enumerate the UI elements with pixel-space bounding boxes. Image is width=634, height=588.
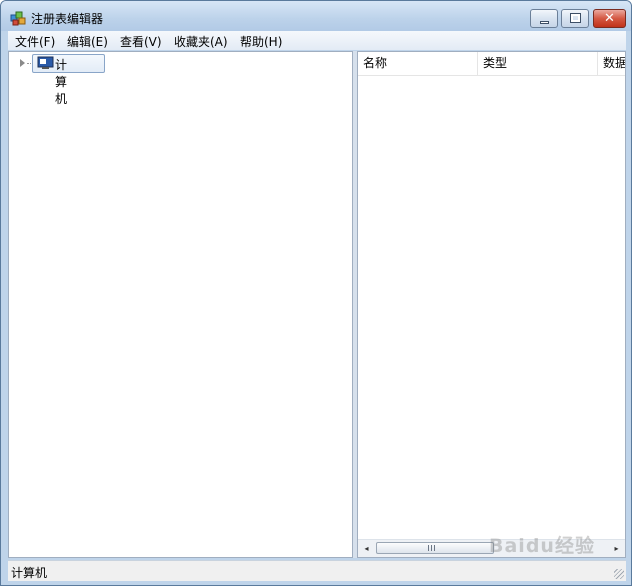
column-header-name[interactable]: 名称 bbox=[358, 52, 478, 75]
expand-arrow-icon[interactable] bbox=[20, 59, 25, 67]
scroll-right-icon[interactable]: ▸ bbox=[608, 540, 625, 557]
scroll-thumb[interactable] bbox=[376, 542, 494, 554]
grip-icon bbox=[428, 545, 436, 551]
menu-bar: 文件(F) 编辑(E) 查看(V) 收藏夹(A) 帮助(H) bbox=[8, 31, 626, 50]
values-pane[interactable]: 名称 类型 数据 ◂ ▸ bbox=[357, 51, 626, 558]
menu-favorites[interactable]: 收藏夹(A) bbox=[174, 33, 228, 50]
close-button[interactable]: ✕ bbox=[593, 9, 626, 28]
regedit-window: 注册表编辑器 ✕ 文件(F) 编辑(E) 查看(V) 收藏夹(A) 帮助(H) … bbox=[0, 0, 632, 586]
column-header-data[interactable]: 数据 bbox=[598, 52, 625, 75]
menu-edit[interactable]: 编辑(E) bbox=[67, 33, 108, 50]
close-icon: ✕ bbox=[604, 11, 615, 26]
menu-help[interactable]: 帮助(H) bbox=[240, 33, 282, 50]
status-bar: 计算机 bbox=[8, 560, 626, 581]
status-text: 计算机 bbox=[11, 566, 48, 580]
regedit-icon bbox=[10, 11, 26, 26]
scroll-left-icon[interactable]: ◂ bbox=[358, 540, 375, 557]
watermark-logo: Baidu经验 bbox=[489, 535, 595, 557]
resize-grip-icon[interactable] bbox=[614, 569, 624, 579]
menu-file[interactable]: 文件(F) bbox=[15, 33, 55, 50]
computer-icon bbox=[37, 56, 54, 69]
window-title: 注册表编辑器 bbox=[31, 12, 104, 26]
minimize-icon bbox=[540, 21, 549, 24]
column-header-type[interactable]: 类型 bbox=[478, 52, 598, 75]
tree-label-computer[interactable]: 计算机 bbox=[55, 56, 67, 107]
title-bar[interactable]: 注册表编辑器 ✕ bbox=[1, 1, 631, 31]
menu-view[interactable]: 查看(V) bbox=[120, 33, 162, 50]
maximize-button[interactable] bbox=[561, 9, 589, 28]
maximize-icon bbox=[570, 13, 581, 23]
column-header-row: 名称 类型 数据 bbox=[358, 52, 625, 76]
tree-pane[interactable]: 计算机 bbox=[8, 51, 353, 558]
minimize-button[interactable] bbox=[530, 9, 558, 28]
